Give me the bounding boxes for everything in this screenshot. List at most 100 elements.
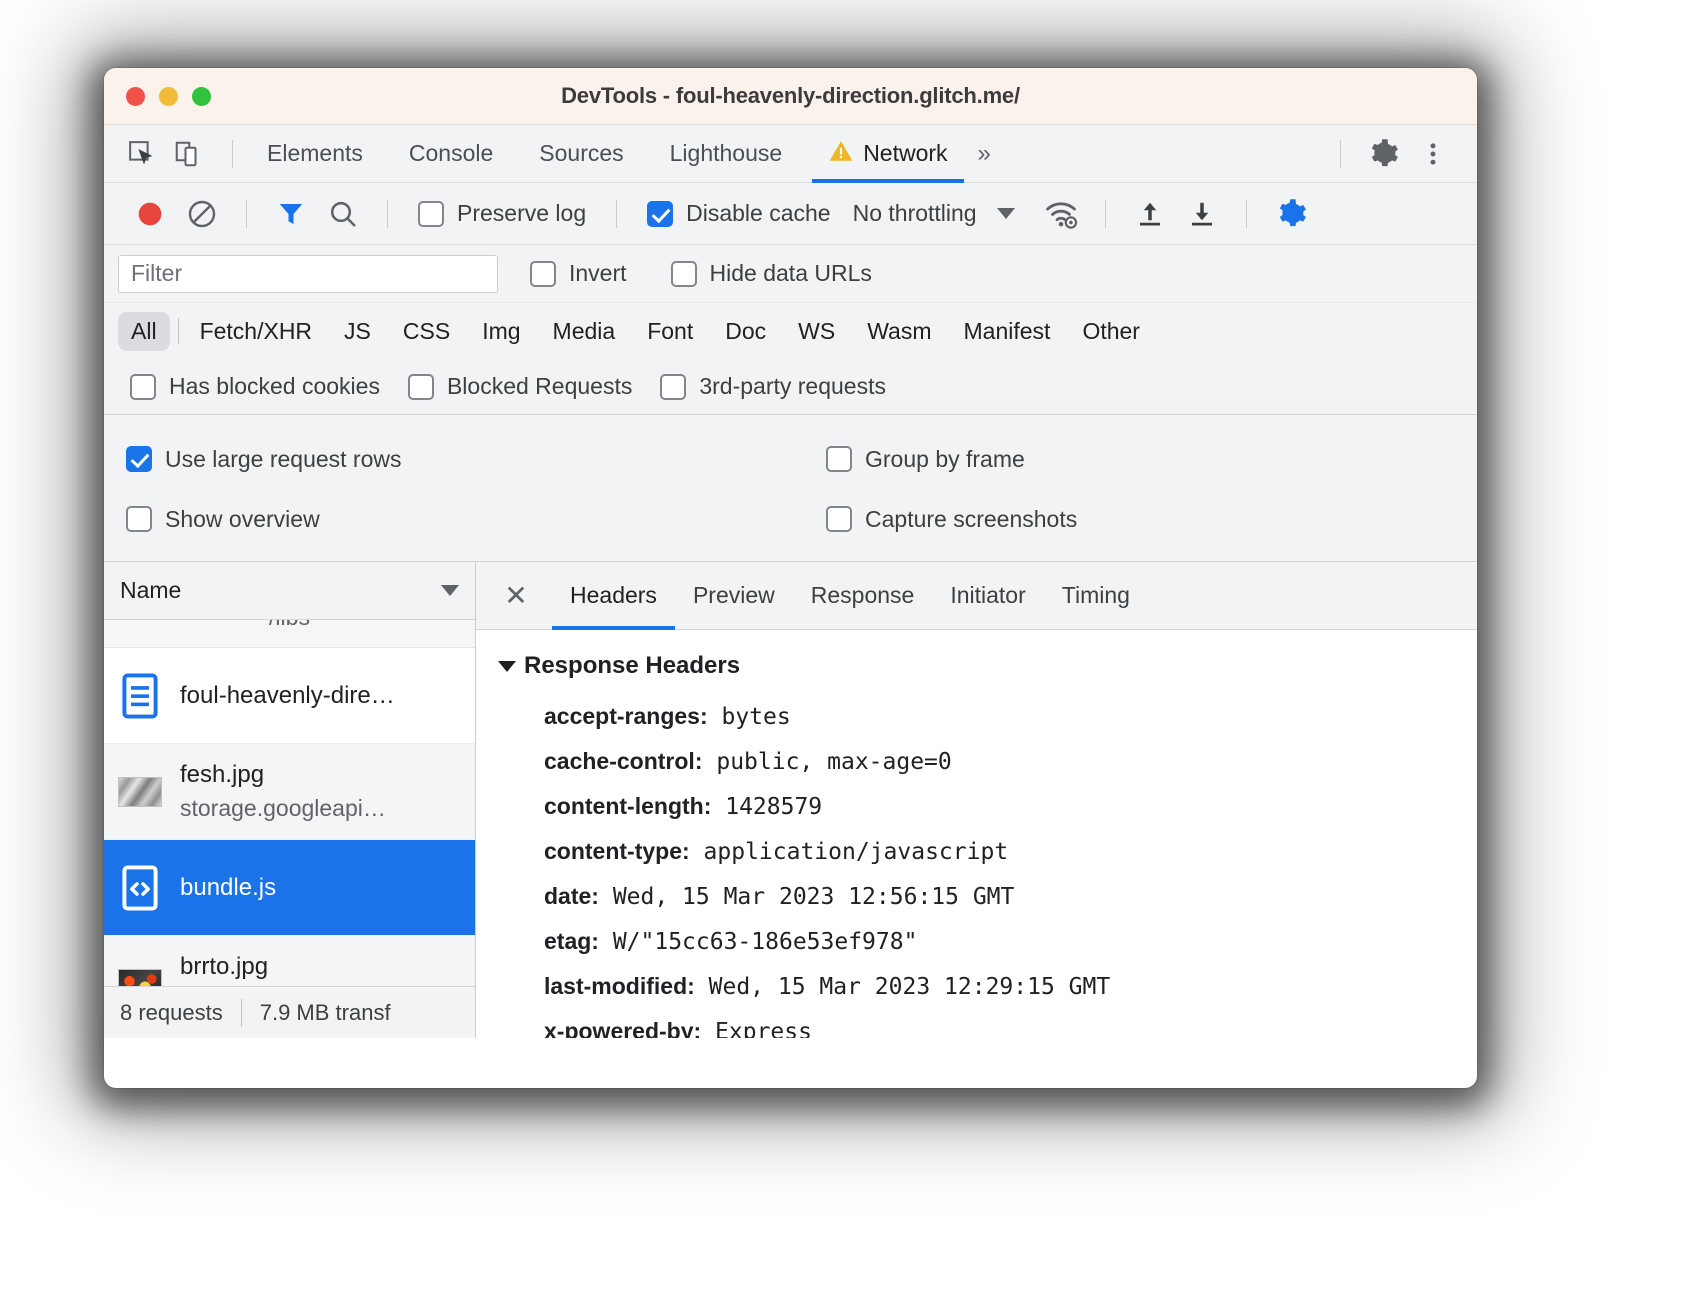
type-filter-css[interactable]: CSS xyxy=(390,312,463,351)
window-title: DevTools - foul-heavenly-direction.glitc… xyxy=(561,83,1020,108)
group-by-frame-box[interactable] xyxy=(826,446,852,472)
tab-response[interactable]: Response xyxy=(793,562,933,630)
tab-console[interactable]: Console xyxy=(393,125,509,183)
table-row[interactable]: foul-heavenly-dire… xyxy=(104,648,475,744)
request-detail-pane: ✕ Headers Preview Response Initiator Tim… xyxy=(476,562,1477,1038)
capture-screenshots-checkbox[interactable]: Capture screenshots xyxy=(818,506,1089,533)
has-blocked-cookies-checkbox[interactable]: Has blocked cookies xyxy=(118,373,396,400)
table-row[interactable]: bundle.js xyxy=(104,840,475,936)
search-icon[interactable] xyxy=(317,188,369,240)
request-name: fesh.jpg xyxy=(180,761,265,788)
show-overview-box[interactable] xyxy=(126,506,152,532)
more-tabs-chevron-icon[interactable]: » xyxy=(964,140,1005,168)
wifi-settings-icon[interactable] xyxy=(1035,188,1087,240)
close-window-button[interactable] xyxy=(126,86,145,106)
gear-icon[interactable] xyxy=(1363,134,1403,174)
script-code-icon xyxy=(118,864,162,911)
header-name: date: xyxy=(544,883,599,909)
header-value: Express xyxy=(715,1019,812,1038)
use-large-request-rows-box[interactable] xyxy=(126,446,152,472)
import-har-icon[interactable] xyxy=(1124,188,1176,240)
preserve-log-checkbox[interactable]: Preserve log xyxy=(406,200,598,227)
response-headers-title: Response Headers xyxy=(524,652,741,679)
third-party-requests-checkbox[interactable]: 3rd-party requests xyxy=(648,373,902,400)
invert-box[interactable] xyxy=(530,260,556,287)
header-name: cache-control: xyxy=(544,748,703,774)
tab-lighthouse[interactable]: Lighthouse xyxy=(654,125,799,183)
header-value: 1428579 xyxy=(725,794,823,820)
type-filter-img[interactable]: Img xyxy=(469,312,533,351)
header-name: content-length: xyxy=(544,793,712,819)
header-value: W/"15cc63-186e53ef978" xyxy=(612,929,918,955)
inspect-element-icon[interactable] xyxy=(122,134,162,174)
tab-console-label: Console xyxy=(408,140,494,166)
detail-tabstrip: ✕ Headers Preview Response Initiator Tim… xyxy=(476,562,1477,630)
type-filter-manifest[interactable]: Manifest xyxy=(951,312,1064,351)
hide-data-urls-box[interactable] xyxy=(670,260,697,287)
chevron-down-icon[interactable] xyxy=(996,208,1015,219)
filter-input[interactable]: Filter xyxy=(118,254,498,293)
preserve-log-box[interactable] xyxy=(418,200,444,227)
header-name: content-type: xyxy=(544,838,690,864)
header-value: application/javascript xyxy=(703,839,1009,865)
response-headers-body: Response Headers accept-ranges: bytes ca… xyxy=(476,630,1477,1038)
image-thumbnail-fesh-icon xyxy=(118,776,162,807)
request-rows[interactable]: /libs foul-heavenly-dire… xyxy=(104,620,475,986)
extra-filter-row: Has blocked cookies Blocked Requests 3rd… xyxy=(104,359,1477,415)
disable-cache-box[interactable] xyxy=(647,200,674,227)
tab-sources[interactable]: Sources xyxy=(523,125,639,183)
tab-headers[interactable]: Headers xyxy=(552,562,675,630)
show-overview-checkbox[interactable]: Show overview xyxy=(118,506,818,533)
devtools-tabstrip: Elements Console Sources Lighthouse Netw… xyxy=(104,125,1477,183)
throttling-select-value[interactable]: No throttling xyxy=(853,200,977,227)
kebab-menu-icon[interactable] xyxy=(1413,134,1453,174)
disclosure-triangle-icon[interactable] xyxy=(498,660,516,672)
capture-screenshots-box[interactable] xyxy=(826,506,852,532)
blocked-requests-checkbox[interactable]: Blocked Requests xyxy=(396,373,648,400)
request-name-cell: fesh.jpg storage.googleapi… xyxy=(180,761,386,822)
tab-timing[interactable]: Timing xyxy=(1044,562,1148,630)
image-thumbnail xyxy=(118,968,162,986)
document-icon xyxy=(118,672,162,719)
export-har-icon[interactable] xyxy=(1176,188,1228,240)
disable-cache-checkbox[interactable]: Disable cache xyxy=(635,200,842,227)
close-icon[interactable]: ✕ xyxy=(494,574,538,618)
tab-network[interactable]: Network xyxy=(812,125,964,183)
table-row[interactable]: brrto.jpg storage.googleapi… xyxy=(104,936,475,986)
type-filter-other[interactable]: Other xyxy=(1069,312,1153,351)
clipped-request-row[interactable]: /libs xyxy=(104,620,475,648)
tab-preview[interactable]: Preview xyxy=(675,562,793,630)
zoom-window-button[interactable] xyxy=(192,86,211,106)
use-large-request-rows-checkbox[interactable]: Use large request rows xyxy=(118,446,818,473)
type-filter-doc[interactable]: Doc xyxy=(712,312,779,351)
type-filter-all[interactable]: All xyxy=(118,311,170,351)
response-headers-section[interactable]: Response Headers xyxy=(498,652,1477,680)
type-filter-js[interactable]: JS xyxy=(331,312,384,351)
invert-checkbox[interactable]: Invert xyxy=(498,260,639,287)
has-blocked-cookies-box[interactable] xyxy=(130,373,156,400)
network-settings-gear-icon[interactable] xyxy=(1265,188,1317,240)
device-toolbar-icon[interactable] xyxy=(168,134,208,174)
traffic-light-buttons[interactable] xyxy=(126,86,211,106)
minimize-window-button[interactable] xyxy=(159,86,178,106)
tab-elements[interactable]: Elements xyxy=(251,125,379,183)
third-party-requests-box[interactable] xyxy=(660,373,687,400)
blocked-requests-box[interactable] xyxy=(407,373,434,400)
type-filter-media[interactable]: Media xyxy=(540,312,629,351)
record-button[interactable] xyxy=(124,188,176,240)
transferred-size: 7.9 MB transf xyxy=(259,999,391,1025)
group-by-frame-checkbox[interactable]: Group by frame xyxy=(818,446,1037,473)
type-filter-font[interactable]: Font xyxy=(634,312,706,351)
type-filter-ws[interactable]: WS xyxy=(785,312,848,351)
table-row[interactable]: fesh.jpg storage.googleapi… xyxy=(104,744,475,840)
column-header-name[interactable]: Name xyxy=(104,562,475,620)
type-filter-wasm[interactable]: Wasm xyxy=(854,312,944,351)
sort-descending-caret-icon[interactable] xyxy=(441,585,459,596)
tab-initiator[interactable]: Initiator xyxy=(932,562,1043,630)
type-filter-fetch-xhr[interactable]: Fetch/XHR xyxy=(187,312,325,351)
clear-icon[interactable] xyxy=(176,188,228,240)
status-bar-divider xyxy=(240,998,242,1027)
column-header-name-label: Name xyxy=(120,577,182,603)
filter-funnel-icon[interactable] xyxy=(265,188,317,240)
hide-data-urls-checkbox[interactable]: Hide data URLs xyxy=(639,260,884,287)
